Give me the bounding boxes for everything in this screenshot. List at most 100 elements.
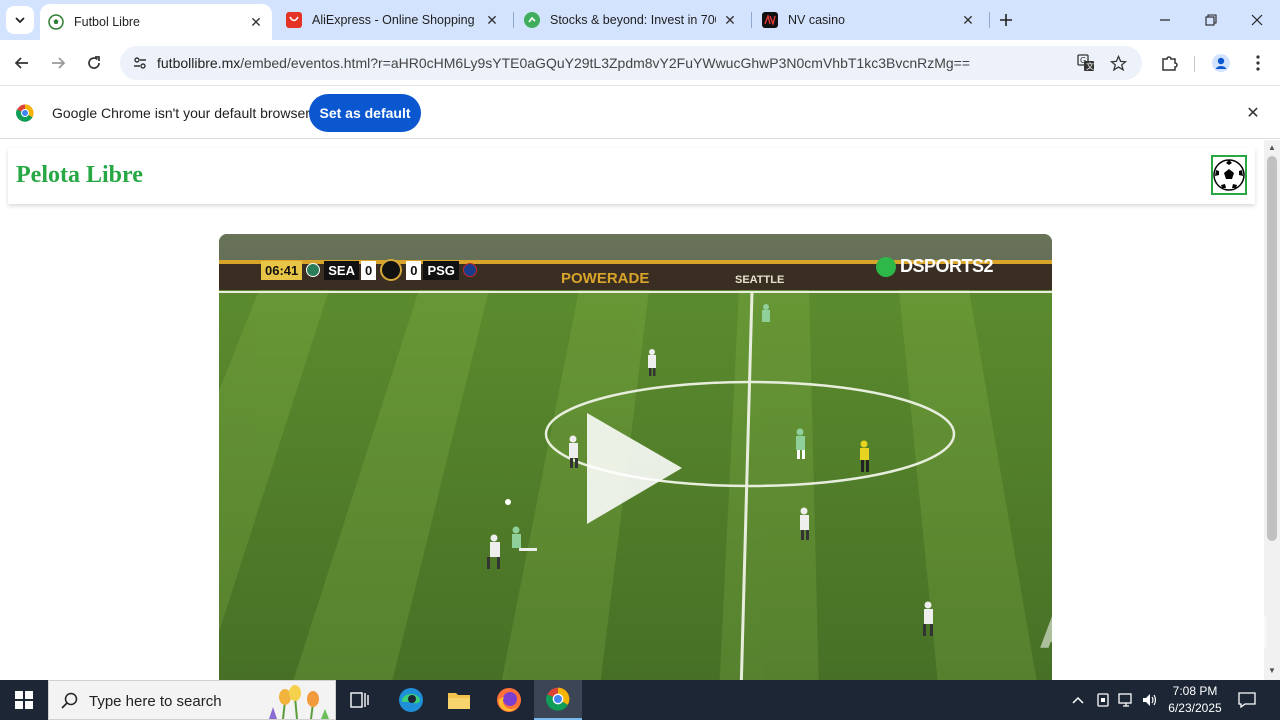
home-score: 0 (360, 260, 377, 280)
tab-futbol-libre[interactable]: Futbol Libre ✕ (40, 4, 272, 40)
network-icon[interactable] (1116, 690, 1136, 710)
tab-title: NV casino (788, 13, 845, 27)
tab-strip: Futbol Libre ✕ AliExpress - Online Shopp… (0, 0, 1280, 40)
arrow-right-icon (52, 57, 66, 69)
home-badge-icon (306, 263, 321, 277)
tab-search-button[interactable] (6, 6, 34, 34)
close-tab-icon[interactable]: ✕ (248, 14, 264, 30)
extensions-button[interactable] (1155, 49, 1183, 77)
translate-icon[interactable]: G文 (1074, 51, 1098, 75)
more-vert-icon (1256, 55, 1260, 71)
task-view-icon (350, 692, 369, 708)
set-as-default-button[interactable]: Set as default (309, 94, 421, 132)
casino-icon (762, 12, 778, 28)
clock-time: 7:08 PM (1172, 684, 1218, 698)
close-window-button[interactable] (1234, 0, 1280, 40)
tab-stocks[interactable]: Stocks & beyond: Invest in 7000 ✕ (516, 6, 746, 34)
restore-button[interactable] (1188, 0, 1234, 40)
close-tab-icon[interactable]: ✕ (960, 12, 976, 28)
video-player[interactable]: 06:41 SEA 0 0 PSG POWERADE SEATTLE DSPOR… (219, 234, 1052, 680)
notifications-icon[interactable] (1237, 690, 1257, 710)
live-dot-icon (876, 256, 896, 277)
tab-aliexpress[interactable]: AliExpress - Online Shopping fo ✕ (278, 6, 508, 34)
scoreboard: 06:41 SEA 0 0 PSG (261, 259, 477, 281)
firefox-icon (497, 688, 521, 712)
start-button[interactable] (0, 680, 48, 720)
chrome-logo-icon (16, 104, 34, 122)
aliexpress-icon (286, 12, 302, 28)
windows-logo-icon (15, 691, 33, 709)
arrow-left-icon (14, 57, 28, 69)
plus-icon (1000, 14, 1012, 26)
url-text[interactable]: futbollibre.mx/embed/eventos.html?r=aHR0… (157, 55, 970, 71)
restore-icon (1205, 14, 1217, 26)
away-team: PSG (423, 260, 459, 280)
anyrun-watermark: ANY RUN (1040, 608, 1272, 659)
forward-button[interactable] (44, 49, 72, 77)
scroll-up-arrow-icon[interactable]: ▲ (1268, 144, 1276, 152)
address-bar[interactable]: futbollibre.mx/embed/eventos.html?r=aHR0… (120, 46, 1142, 80)
site-header: Pelota Libre (8, 148, 1255, 204)
close-tab-icon[interactable]: ✕ (484, 12, 500, 28)
show-hidden-icons-chevron-icon[interactable] (1068, 690, 1088, 710)
scrollbar-thumb[interactable] (1267, 156, 1277, 541)
sponsor-board-text: SEATTLE (735, 274, 785, 286)
close-tab-icon[interactable]: ✕ (722, 12, 738, 28)
chrome-icon (546, 687, 570, 711)
puzzle-icon (1162, 56, 1178, 71)
tab-separator (513, 12, 514, 28)
tab-title: Stocks & beyond: Invest in 7000 (550, 13, 716, 27)
stocks-icon (524, 12, 540, 28)
tab-title: AliExpress - Online Shopping fo (312, 13, 478, 27)
clock-date: 6/23/2025 (1168, 701, 1222, 715)
reload-button[interactable] (80, 49, 108, 77)
tab-nv-casino[interactable]: NV casino ✕ (754, 6, 984, 34)
profile-icon (1212, 54, 1230, 72)
home-team: SEA (324, 260, 359, 280)
taskbar-file-explorer[interactable] (435, 680, 483, 720)
bookmark-star-icon[interactable] (1106, 51, 1130, 75)
video-frame (219, 234, 1052, 680)
profile-button[interactable] (1207, 49, 1235, 77)
minimize-icon (1160, 19, 1170, 21)
device-icon[interactable] (1093, 690, 1113, 710)
taskbar-search-box[interactable]: Type here to search (48, 680, 336, 720)
site-title[interactable]: Pelota Libre (16, 162, 143, 189)
taskbar-chrome[interactable] (534, 680, 582, 720)
taskbar-clock[interactable]: 7:08 PM 6/23/2025 (1160, 683, 1230, 717)
close-icon (1251, 14, 1263, 26)
default-browser-infobar: Google Chrome isn't your default browser… (0, 87, 1280, 139)
url-path: /embed/eventos.html?r=aHR0cHM6Ly9sYTE0aG… (240, 55, 971, 71)
search-icon (61, 692, 78, 709)
tournament-badge-icon (380, 259, 403, 281)
back-button[interactable] (8, 49, 36, 77)
taskbar-edge[interactable] (387, 680, 435, 720)
away-score: 0 (406, 260, 422, 280)
match-time: 06:41 (261, 260, 303, 280)
taskbar-firefox[interactable] (485, 680, 533, 720)
task-view-button[interactable] (336, 680, 384, 720)
tab-separator (989, 12, 990, 28)
site-info-icon[interactable] (128, 51, 152, 75)
search-placeholder: Type here to search (89, 693, 222, 710)
page-scrollbar[interactable]: ▲ ▼ (1264, 140, 1280, 680)
close-infobar-icon[interactable]: ✕ (1243, 103, 1263, 123)
reload-icon (88, 56, 100, 69)
soccer-ball-icon (1213, 159, 1245, 191)
new-tab-button[interactable] (994, 8, 1018, 32)
page-viewport: Pelota Libre 06:41 SEA 0 0 PSG POWERADE … (0, 140, 1264, 680)
minimize-button[interactable] (1142, 0, 1188, 40)
volume-icon[interactable] (1140, 690, 1160, 710)
edge-icon (399, 688, 423, 712)
menu-button[interactable] (1244, 49, 1272, 77)
scroll-down-arrow-icon[interactable]: ▼ (1268, 667, 1276, 675)
tab-separator (751, 12, 752, 28)
soccer-ball-icon (48, 14, 64, 30)
tab-title: Futbol Libre (74, 15, 141, 29)
browser-toolbar: futbollibre.mx/embed/eventos.html?r=aHR0… (0, 40, 1280, 86)
menu-toggle-button[interactable] (1211, 155, 1247, 195)
chevron-down-icon (15, 17, 25, 24)
channel-name: DSPORTS2 (900, 256, 994, 276)
folder-icon (448, 693, 470, 709)
windows-taskbar: Type here to search 7:08 PM 6/23/2025 (0, 680, 1280, 720)
